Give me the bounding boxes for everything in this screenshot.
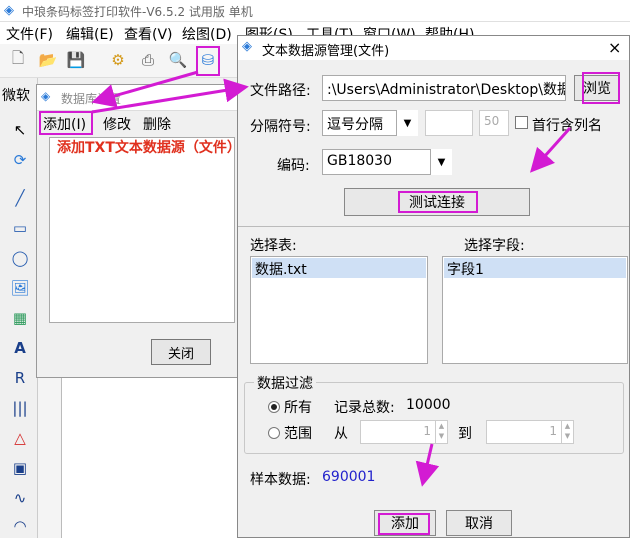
open-folder-icon[interactable]: 📂 <box>36 48 60 72</box>
text-tool-icon[interactable]: A <box>8 336 32 360</box>
first-row-header-checkbox[interactable] <box>515 116 528 129</box>
ds-add-highlight <box>39 111 93 135</box>
app-titlebar: ◈ 中琅条码标签打印软件-V6.5.2 试用版 单机 <box>0 0 630 22</box>
rotate-icon[interactable]: ⟳ <box>8 148 32 172</box>
database-icon-highlight <box>196 46 220 76</box>
app-title: 中琅条码标签打印软件-V6.5.2 试用版 单机 <box>22 5 253 19</box>
print-preview-icon[interactable]: 🔍 <box>166 48 190 72</box>
filter-range-radio[interactable] <box>268 427 280 439</box>
database-settings-dialog: ◈ 数据库设置 添加(I) 修改 删除 添加TXT文本数据源（文件） 关闭 <box>36 84 244 378</box>
picture-tool-icon[interactable]: ▦ <box>8 306 32 330</box>
menu-edit[interactable]: 编辑(E) <box>66 24 114 44</box>
curve-tool-icon[interactable]: ∿ <box>8 486 32 510</box>
separator-custom-field <box>425 110 473 136</box>
tds-titlebar: ◈ 文本数据源管理(文件) × <box>238 36 629 60</box>
divider <box>238 226 629 227</box>
select-pointer-icon[interactable]: ↖ <box>8 118 32 142</box>
menu-file[interactable]: 文件(F) <box>6 24 53 44</box>
sample-data-value: 690001 <box>322 469 376 485</box>
app-logo-icon: ◈ <box>4 3 14 18</box>
barcode-tool-icon[interactable]: ||| <box>8 396 32 420</box>
test-connection-highlight <box>398 191 478 213</box>
total-records-label: 记录总数: <box>334 400 395 416</box>
cancel-button[interactable]: 取消 <box>446 510 512 536</box>
separator-select-value: 逗号分隔 <box>327 117 383 133</box>
field-list-item[interactable]: 字段1 <box>444 258 626 278</box>
vertical-ruler <box>38 378 62 538</box>
tds-title: 文本数据源管理(文件) <box>262 44 390 59</box>
table-listbox[interactable]: 数据.txt <box>250 256 428 364</box>
encoding-label: 编码: <box>277 158 310 174</box>
spinner-arrows-icon: ▲ ▼ <box>435 421 447 443</box>
total-records-value: 10000 <box>406 397 451 413</box>
menu-view[interactable]: 查看(V) <box>124 24 173 44</box>
sample-data-label: 样本数据: <box>250 472 311 488</box>
add-button-highlight <box>378 513 430 535</box>
settings-gear-icon[interactable]: ⚙ <box>106 48 130 72</box>
spinner-arrows-icon: ▲ ▼ <box>561 421 573 443</box>
ds-edit-menu[interactable]: 修改 <box>103 114 131 134</box>
add-txt-datasource-note: 添加TXT文本数据源（文件） <box>57 140 241 156</box>
chevron-down-icon[interactable]: ▼ <box>396 110 418 136</box>
rectangle-tool-icon[interactable]: ▭ <box>8 216 32 240</box>
database-settings-title: 数据库设置 <box>61 92 122 106</box>
label-canvas[interactable] <box>38 378 238 538</box>
filter-all-label: 所有 <box>284 400 312 416</box>
separator-count-field: 50 <box>479 110 509 136</box>
range-from-label: 从 <box>334 426 348 442</box>
select-field-label: 选择字段: <box>464 238 525 254</box>
ellipse-tool-icon[interactable]: ◯ <box>8 246 32 270</box>
field-listbox[interactable]: 字段1 <box>442 256 628 364</box>
file-path-field[interactable]: :\Users\Administrator\Desktop\数据.txt <box>322 75 566 101</box>
arc-tool-icon[interactable]: ◠ <box>8 514 32 538</box>
qrcode-tool-icon[interactable]: ▣ <box>8 456 32 480</box>
save-icon[interactable]: 💾 <box>64 48 88 72</box>
dialog-logo-icon: ◈ <box>41 89 51 103</box>
first-row-header-label: 首行含列名 <box>532 118 602 134</box>
browse-highlight <box>582 72 620 104</box>
database-settings-titlebar: ◈ 数据库设置 <box>37 85 243 111</box>
encoding-select-value: GB18030 <box>327 153 392 169</box>
select-table-label: 选择表: <box>250 238 297 254</box>
image-tool-icon[interactable]: 🖼 <box>8 276 32 300</box>
data-filter-legend: 数据过滤 <box>254 373 316 393</box>
rich-text-tool-icon[interactable]: R <box>8 366 32 390</box>
close-icon[interactable]: × <box>608 38 621 57</box>
datasource-list[interactable] <box>49 137 235 323</box>
table-list-item[interactable]: 数据.txt <box>252 258 426 278</box>
ds-close-button[interactable]: 关闭 <box>151 339 211 365</box>
file-path-label: 文件路径: <box>250 83 311 99</box>
dialog-logo-icon: ◈ <box>242 39 252 54</box>
shape-tool-icon[interactable]: △ <box>8 426 32 450</box>
new-file-icon[interactable]: 🗋 <box>6 48 30 72</box>
menu-draw[interactable]: 绘图(D) <box>182 24 232 44</box>
font-name-label: 微软 <box>2 88 30 104</box>
chevron-down-icon[interactable]: ▼ <box>430 149 452 175</box>
ds-delete-menu[interactable]: 删除 <box>143 114 171 134</box>
text-datasource-dialog: ◈ 文本数据源管理(文件) × 文件路径: :\Users\Administra… <box>237 35 630 538</box>
filter-range-label: 范围 <box>284 426 312 442</box>
line-tool-icon[interactable]: ╱ <box>8 186 32 210</box>
filter-all-radio[interactable] <box>268 401 280 413</box>
database-settings-menu: 添加(I) 修改 删除 <box>37 111 243 135</box>
separator-label: 分隔符号: <box>250 119 311 135</box>
print-icon[interactable]: ⎙ <box>136 48 160 72</box>
drawing-tools-sidebar: ↖ ⟳ ╱ ▭ ◯ 🖼 ▦ A R ||| △ ▣ ∿ ◠ <box>0 78 38 538</box>
range-to-label: 到 <box>458 426 472 442</box>
